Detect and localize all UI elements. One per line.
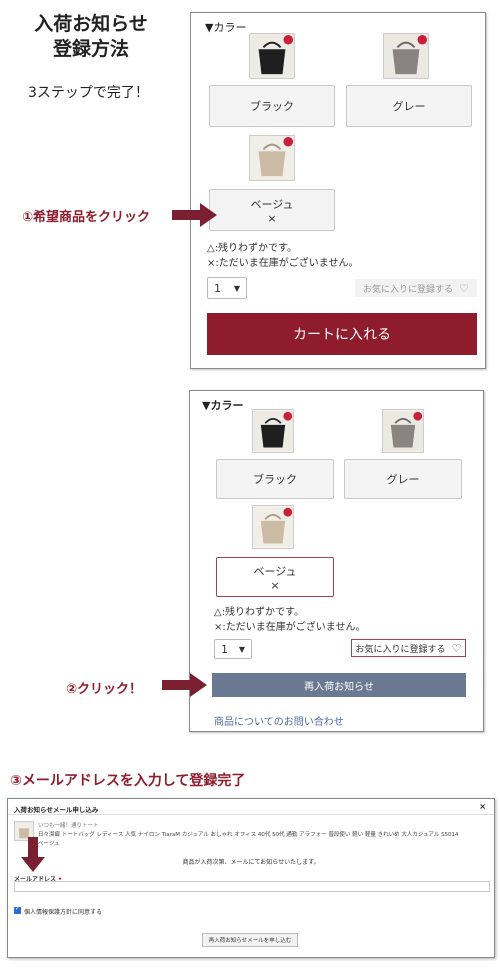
stock-legend-none: ×:ただいま在庫がございません。 bbox=[207, 258, 359, 269]
step3-label: ③メールアドレスを入力して登録完了 bbox=[10, 773, 246, 789]
stock-legend: △:残りわずかです。 ×:ただいま在庫がございません。 bbox=[207, 241, 358, 271]
modal-title: 入荷お知らせメール申し込み bbox=[14, 806, 99, 814]
stock-legend: △:残りわずかです。 ×:ただいま在庫がございません。 bbox=[214, 605, 365, 635]
product-name: 日々潔癖 トートバッグ レディース 人気 ナイロン TiaraM カジュアル お… bbox=[38, 832, 459, 838]
checkmark-icon: ✓ bbox=[15, 905, 21, 912]
add-to-cart-label: カートに入れる bbox=[293, 327, 391, 343]
step1-arrow-icon bbox=[172, 203, 217, 227]
beige-bag-image bbox=[253, 507, 293, 547]
quantity-value: 1 bbox=[221, 642, 228, 656]
modal-header: 入荷お知らせメール申し込み × bbox=[8, 799, 494, 815]
intro-title: 入荷お知らせ 登録方法 bbox=[0, 12, 182, 62]
stock-legend-low: △:残りわずかです。 bbox=[207, 243, 298, 254]
quantity-select[interactable]: 1 ▼ bbox=[207, 277, 247, 299]
heart-icon: ♡ bbox=[459, 281, 469, 295]
chevron-down-icon: ▼ bbox=[238, 644, 245, 654]
black-bag-image bbox=[250, 34, 294, 78]
submit-restock-label: 再入荷お知らせメールを申し込む bbox=[208, 938, 292, 944]
thumb-black[interactable] bbox=[252, 409, 294, 453]
black-bag-image bbox=[253, 411, 293, 451]
favorite-label: お気に入りに登録する bbox=[355, 644, 446, 655]
chevron-down-icon: ▼ bbox=[233, 283, 240, 293]
favorite-label: お気に入りに登録する bbox=[363, 284, 454, 295]
privacy-label: 個人情報保護方針に同意する bbox=[24, 909, 103, 916]
thumb-beige[interactable] bbox=[249, 135, 295, 181]
favorite-button[interactable]: お気に入りに登録する ♡ bbox=[351, 639, 466, 657]
product-panel-step2: ▼カラー ブラック グレー ベージュ × △:残りわずかです。 ×:ただいま在庫… bbox=[189, 390, 484, 732]
step1-label: ①希望商品をクリック bbox=[22, 210, 151, 225]
heart-icon: ♡ bbox=[451, 641, 462, 655]
step2-arrow-icon bbox=[162, 673, 207, 697]
restock-notify-button[interactable]: 再入荷お知らせ bbox=[212, 673, 466, 697]
color-option-label: ブラック bbox=[253, 473, 297, 486]
stock-legend-low: △:残りわずかです。 bbox=[214, 607, 305, 618]
thumb-beige[interactable] bbox=[252, 505, 294, 549]
color-option-label: グレー bbox=[392, 100, 426, 113]
favorite-button[interactable]: お気に入りに登録する ♡ bbox=[355, 279, 477, 297]
step3-arrow-icon bbox=[21, 837, 45, 872]
intro-title-line1: 入荷お知らせ bbox=[34, 13, 148, 35]
product-inquiry-link[interactable]: 商品についてのお問い合わせ bbox=[214, 713, 344, 728]
close-icon[interactable]: × bbox=[479, 802, 486, 811]
intro-subtitle: 3ステップで完了！ bbox=[28, 85, 149, 101]
color-option-gray[interactable]: グレー bbox=[346, 85, 472, 127]
quantity-select[interactable]: 1 ▼ bbox=[214, 639, 252, 659]
product-panel-step1: ▼カラー ブラック グレー ベージュ × △:残りわずかです。 ×:ただいま在庫… bbox=[190, 12, 486, 369]
color-option-label: ベージュ bbox=[250, 197, 294, 211]
intro-title-line2: 登録方法 bbox=[52, 38, 129, 60]
color-option-label: グレー bbox=[386, 473, 420, 486]
out-of-stock-mark: × bbox=[270, 578, 280, 592]
email-input[interactable] bbox=[14, 881, 490, 892]
submit-restock-button[interactable]: 再入荷お知らせメールを申し込む bbox=[202, 933, 298, 947]
color-option-beige[interactable]: ベージュ × bbox=[209, 189, 335, 231]
color-option-label: ベージュ bbox=[253, 564, 297, 578]
color-section-label: ▼カラー bbox=[205, 21, 247, 34]
stock-legend-none: ×:ただいま在庫がございません。 bbox=[214, 622, 366, 633]
color-option-gray[interactable]: グレー bbox=[344, 459, 462, 499]
beige-bag-image bbox=[250, 136, 294, 180]
product-breadcrumb: いつも一緒！通りトート bbox=[38, 823, 99, 829]
modal-message: 商品が入荷次第、メールにてお知らせいたします。 bbox=[182, 859, 320, 866]
thumb-gray[interactable] bbox=[383, 33, 429, 79]
color-option-black[interactable]: ブラック bbox=[209, 85, 335, 127]
privacy-checkbox[interactable]: ✓ bbox=[14, 905, 21, 914]
color-section-label: ▼カラー bbox=[202, 399, 244, 412]
restock-notify-label: 再入荷お知らせ bbox=[304, 681, 374, 693]
color-option-label: ブラック bbox=[250, 100, 294, 113]
restock-email-modal: 入荷お知らせメール申し込み × いつも一緒！通りトート 日々潔癖 トートバッグ … bbox=[7, 798, 495, 958]
gray-bag-image bbox=[384, 34, 428, 78]
color-option-black[interactable]: ブラック bbox=[216, 459, 334, 499]
step2-label: ②クリック！ bbox=[66, 682, 143, 697]
add-to-cart-button[interactable]: カートに入れる bbox=[207, 313, 477, 355]
color-option-beige-selected[interactable]: ベージュ × bbox=[216, 557, 334, 597]
thumb-gray[interactable] bbox=[382, 409, 424, 453]
out-of-stock-mark: × bbox=[267, 211, 277, 225]
gray-bag-image bbox=[383, 411, 423, 451]
quantity-value: 1 bbox=[214, 281, 221, 295]
thumb-black[interactable] bbox=[249, 33, 295, 79]
